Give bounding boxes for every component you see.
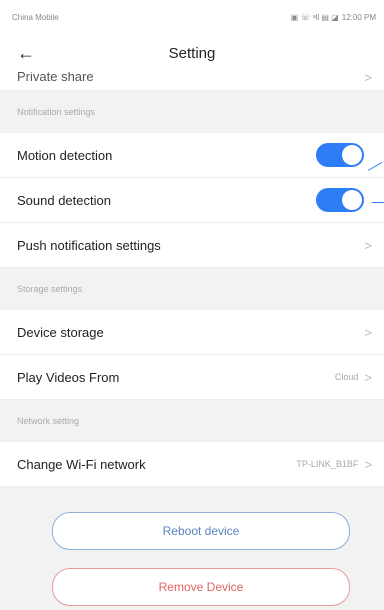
annotation-pointer-line <box>372 202 384 203</box>
chevron-right-icon: > <box>364 456 372 472</box>
toggle-knob <box>342 190 362 210</box>
settings-row-sound-detection: Sound detection <box>0 178 384 223</box>
row-right: TP-LINK_B1BF > <box>296 457 372 472</box>
row-label: Play Videos From <box>17 369 120 385</box>
section-header-notification: Notification settings <box>0 91 384 133</box>
settings-row-push-notification[interactable]: Push notification settings > <box>0 223 384 268</box>
arrow-left-icon[interactable]: ← <box>14 41 38 65</box>
row-value: TP-LINK_B1BF <box>296 459 359 469</box>
row-label: Private share <box>17 72 94 84</box>
section-header-storage: Storage settings <box>0 268 384 310</box>
chevron-right-icon: > <box>364 237 372 253</box>
status-bar: China Mobile ▣ ☏ ᵃll ▤ ◪ 12:00 PM <box>0 0 384 34</box>
settings-row-device-storage[interactable]: Device storage > <box>0 310 384 355</box>
status-right: ▣ ☏ ᵃll ▤ ◪ 12:00 PM <box>291 13 376 22</box>
row-label: Sound detection <box>17 192 111 208</box>
sound-detection-toggle[interactable] <box>316 188 364 212</box>
row-label: Change Wi-Fi network <box>17 456 146 472</box>
header: ← Setting <box>0 34 384 72</box>
settings-row-motion-detection: Motion detection <box>0 133 384 178</box>
row-value: Cloud <box>334 372 359 382</box>
chevron-right-icon: > <box>364 369 372 385</box>
carrier-name: China Mobile <box>12 12 59 22</box>
chevron-right-icon: > <box>364 324 372 340</box>
row-label: Motion detection <box>17 147 113 163</box>
status-indicators: ▣ ☏ ᵃll ▤ ◪ <box>290 12 339 22</box>
row-label: Push notification settings <box>17 237 161 253</box>
settings-row-private-share[interactable]: Private share > <box>0 72 384 91</box>
page-title: Setting <box>168 44 216 62</box>
row-label: Device storage <box>17 324 104 340</box>
clock: 12:00 PM <box>341 12 376 22</box>
remove-device-button[interactable]: Remove Device <box>52 568 350 606</box>
row-right: Cloud > <box>335 370 372 385</box>
chevron-right-icon: > <box>364 72 372 85</box>
settings-row-play-videos-from[interactable]: Play Videos From Cloud > <box>0 355 384 400</box>
settings-row-change-wifi[interactable]: Change Wi-Fi network TP-LINK_B1BF > <box>0 442 384 487</box>
section-header-network: Network setting <box>0 400 384 442</box>
reboot-device-button[interactable]: Reboot device <box>52 512 350 550</box>
motion-detection-toggle[interactable] <box>316 143 364 167</box>
toggle-knob <box>342 145 362 165</box>
